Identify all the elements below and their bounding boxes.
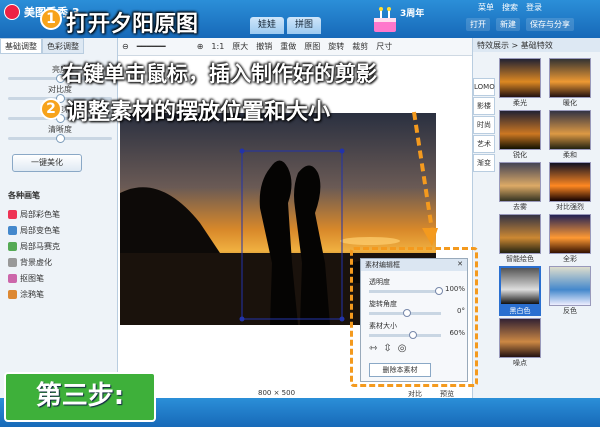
rotate-button[interactable]: 旋转 bbox=[324, 41, 348, 52]
zoom-ratio: 1:1 bbox=[211, 42, 225, 51]
new-button[interactable]: 新建 bbox=[496, 18, 520, 31]
step1-number-badge: 1 bbox=[40, 8, 62, 30]
effect-label: 对比强烈 bbox=[556, 203, 584, 211]
effect-tile[interactable]: 去雾 bbox=[499, 162, 541, 212]
brush-item[interactable]: 背景虚化 bbox=[8, 254, 60, 270]
original-size-button[interactable]: 原大 bbox=[228, 41, 252, 52]
arrow-down-icon bbox=[412, 111, 438, 246]
save-share-button[interactable]: 保存与分享 bbox=[526, 18, 574, 31]
brush-icon bbox=[8, 209, 17, 219]
brush-icon bbox=[8, 225, 17, 235]
step1-subtitle: 右键单击鼠标，插入制作好的剪影 bbox=[62, 62, 377, 86]
effect-label: 柔和 bbox=[563, 151, 577, 159]
login-link[interactable]: 登录 bbox=[526, 2, 542, 13]
image-dimensions: 800 × 500 bbox=[258, 389, 296, 397]
one-key-beautify-button[interactable]: 一键美化 bbox=[12, 154, 82, 172]
tab-collage[interactable]: 拼图 bbox=[287, 17, 322, 34]
app-logo-icon bbox=[4, 4, 20, 20]
open-button[interactable]: 打开 bbox=[466, 18, 490, 31]
brush-label: 局部彩色笔 bbox=[20, 209, 60, 219]
original-image-button[interactable]: 原图 bbox=[300, 41, 324, 52]
brush-item[interactable]: 局部彩色笔 bbox=[8, 206, 60, 222]
effect-tile[interactable]: 锐化 bbox=[499, 110, 541, 160]
tab-color-adjust[interactable]: 色彩调整 bbox=[42, 38, 84, 54]
size-button[interactable]: 尺寸 bbox=[372, 41, 396, 52]
effect-label: 暖化 bbox=[563, 99, 577, 107]
brush-list: 局部彩色笔 局部变色笔 局部马赛克 背景虚化 抠图笔 涂鸦笔 bbox=[8, 206, 60, 302]
effect-tile[interactable]: 暖化 bbox=[549, 58, 591, 108]
effect-label: 锐化 bbox=[513, 151, 527, 159]
effect-thumb bbox=[499, 110, 541, 150]
step1-title: 打开夕阳原图 bbox=[66, 12, 199, 37]
right-panel: 特效展示 > 基础特效 LOMO 影楼 时尚 艺术 渐变 柔光 暖化 锐化 柔和… bbox=[472, 38, 600, 398]
effect-tile-selected[interactable]: 黑白色 bbox=[499, 266, 541, 316]
effect-tile[interactable]: 柔和 bbox=[549, 110, 591, 160]
effect-thumb bbox=[549, 214, 591, 254]
brush-icon bbox=[8, 273, 17, 283]
brush-label: 局部变色笔 bbox=[20, 225, 60, 235]
undo-button[interactable]: 撤销 bbox=[252, 41, 276, 52]
tab-basic-adjust[interactable]: 基础调整 bbox=[0, 38, 42, 54]
anniversary-label: 3周年 bbox=[400, 9, 425, 19]
brush-item[interactable]: 涂鸦笔 bbox=[8, 286, 60, 302]
effect-label: 柔光 bbox=[513, 99, 527, 107]
zoom-slider[interactable]: ━━━━━━ bbox=[133, 42, 193, 51]
effect-thumb bbox=[549, 162, 591, 202]
effect-thumb bbox=[499, 266, 541, 306]
category-studio[interactable]: 影楼 bbox=[473, 97, 495, 115]
highlight-dashed-box bbox=[350, 247, 478, 387]
brush-label: 背景虚化 bbox=[20, 257, 52, 267]
category-fashion[interactable]: 时尚 bbox=[473, 116, 495, 134]
brush-label: 局部马赛克 bbox=[20, 241, 60, 251]
brush-item[interactable]: 局部变色笔 bbox=[8, 222, 60, 238]
effect-tile[interactable]: 噪点 bbox=[499, 318, 541, 368]
brush-icon bbox=[8, 257, 17, 267]
brush-icon bbox=[8, 241, 17, 251]
image-toolbar: ⊖ ━━━━━━ ⊕ 1:1 原大 撤销 重做 原图 旋转 裁剪 尺寸 bbox=[118, 38, 472, 56]
effect-tile[interactable]: 智能绘色 bbox=[499, 214, 541, 264]
tab-doll[interactable]: 娃娃 bbox=[250, 17, 285, 34]
effect-thumb bbox=[549, 266, 591, 306]
effect-label: 反色 bbox=[563, 307, 577, 315]
slider-sharpness[interactable]: 清晰度 bbox=[8, 124, 112, 143]
brush-item[interactable]: 抠图笔 bbox=[8, 270, 60, 286]
effect-label: 噪点 bbox=[513, 359, 527, 367]
search-link[interactable]: 搜索 bbox=[502, 2, 518, 13]
effect-thumb bbox=[499, 162, 541, 202]
step2-number-badge: 2 bbox=[40, 98, 62, 120]
category-art[interactable]: 艺术 bbox=[473, 135, 495, 153]
brush-section-title: 各种画笔 bbox=[8, 191, 40, 200]
brush-icon bbox=[8, 289, 17, 299]
effect-tile[interactable]: 柔光 bbox=[499, 58, 541, 108]
crop-button[interactable]: 裁剪 bbox=[348, 41, 372, 52]
step-badge: 第三步: bbox=[4, 372, 156, 422]
cake-icon bbox=[374, 7, 396, 32]
effect-tile[interactable]: 对比强烈 bbox=[549, 162, 591, 212]
effect-label: 黑白色 bbox=[499, 306, 541, 316]
effect-thumb bbox=[549, 110, 591, 150]
effects-header: 特效展示 > 基础特效 bbox=[473, 38, 600, 52]
effect-tile[interactable]: 全彩 bbox=[549, 214, 591, 264]
effect-label: 全彩 bbox=[563, 255, 577, 263]
brush-item[interactable]: 局部马赛克 bbox=[8, 238, 60, 254]
effect-label: 智能绘色 bbox=[506, 255, 534, 263]
brush-label: 抠图笔 bbox=[20, 273, 44, 283]
step2-title: 调整素材的摆放位置和大小 bbox=[66, 100, 331, 125]
zoom-out-icon[interactable]: ⊖ bbox=[118, 42, 133, 51]
left-panel: 基础调整 色彩调整 亮度 对比度 色彩饱和度 清晰度 一键美化 各种画笔 局部彩… bbox=[0, 38, 118, 398]
effect-thumb bbox=[499, 318, 541, 358]
effect-thumb bbox=[499, 58, 541, 98]
slider-knob[interactable] bbox=[56, 134, 65, 143]
menu-link[interactable]: 菜单 bbox=[478, 2, 494, 13]
category-gradient[interactable]: 渐变 bbox=[473, 154, 495, 172]
brush-label: 涂鸦笔 bbox=[20, 289, 44, 299]
category-lomo[interactable]: LOMO bbox=[473, 78, 495, 96]
effect-thumb bbox=[549, 58, 591, 98]
redo-button[interactable]: 重做 bbox=[276, 41, 300, 52]
effect-thumb bbox=[499, 214, 541, 254]
effect-label: 去雾 bbox=[513, 203, 527, 211]
effect-tile[interactable]: 反色 bbox=[549, 266, 591, 316]
zoom-in-icon[interactable]: ⊕ bbox=[193, 42, 208, 51]
